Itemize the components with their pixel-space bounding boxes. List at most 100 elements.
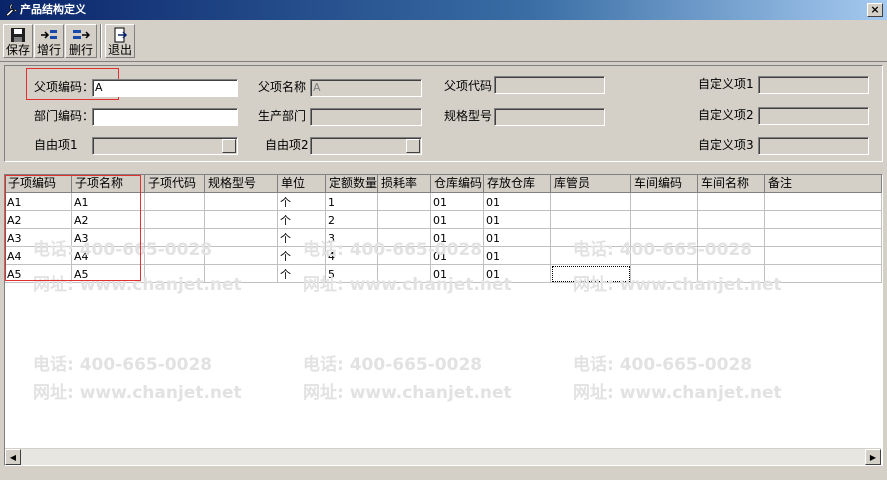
custom2-label: 自定义项2 xyxy=(698,108,754,122)
watermark-site: 网址: www.chanjet.net xyxy=(33,383,242,403)
table-cell[interactable] xyxy=(551,247,631,265)
table-cell[interactable] xyxy=(378,193,431,211)
table-cell[interactable] xyxy=(631,247,698,265)
window-title: 产品结构定义 xyxy=(20,3,86,16)
col-header[interactable]: 车间编码 xyxy=(631,175,698,193)
table-cell[interactable]: 01 xyxy=(431,229,484,247)
table-cell[interactable]: 01 xyxy=(431,211,484,229)
table-cell[interactable] xyxy=(698,265,765,283)
table-cell[interactable] xyxy=(765,265,882,283)
table-cell[interactable] xyxy=(698,211,765,229)
wrench-icon xyxy=(5,3,18,17)
table-cell[interactable] xyxy=(698,247,765,265)
scroll-right-icon[interactable]: ▶ xyxy=(865,449,881,465)
free2-lookup-icon[interactable] xyxy=(406,139,420,153)
table-cell[interactable]: 个 xyxy=(278,211,326,229)
delete-row-icon xyxy=(73,30,90,39)
col-header[interactable]: 存放仓库 xyxy=(484,175,551,193)
table-cell[interactable] xyxy=(205,193,278,211)
bom-grid[interactable]: 子项编码 子项名称 子项代码 规格型号 单位 定额数量 损耗率 仓库编码 存放仓… xyxy=(4,174,883,466)
close-button[interactable]: × xyxy=(867,3,883,17)
scroll-left-icon[interactable]: ◀ xyxy=(5,449,21,465)
child-columns-highlight xyxy=(5,175,141,281)
prod-dept-input xyxy=(310,108,422,126)
table-cell[interactable] xyxy=(145,211,205,229)
table-cell[interactable]: 1 xyxy=(326,193,378,211)
free2-label: 自由项2 xyxy=(265,138,309,152)
table-cell[interactable]: 2 xyxy=(326,211,378,229)
table-cell[interactable] xyxy=(698,193,765,211)
table-cell[interactable] xyxy=(631,211,698,229)
custom2-input xyxy=(758,107,869,125)
table-cell[interactable] xyxy=(765,229,882,247)
horizontal-scrollbar[interactable]: ◀ ▶ xyxy=(5,448,881,465)
table-cell[interactable] xyxy=(378,265,431,283)
table-cell[interactable] xyxy=(698,229,765,247)
parent-name-input: A xyxy=(310,79,422,97)
table-cell[interactable] xyxy=(145,193,205,211)
table-cell[interactable]: 01 xyxy=(484,229,551,247)
table-cell[interactable] xyxy=(205,229,278,247)
free1-lookup-icon[interactable] xyxy=(222,139,236,153)
custom3-label: 自定义项3 xyxy=(698,138,754,152)
product-structure-window: 产品结构定义 × 保存 增行 删行 退出 父项编码： A 父项名称 A 父项代码… xyxy=(0,0,887,480)
table-cell[interactable]: 01 xyxy=(431,265,484,283)
table-cell[interactable] xyxy=(205,247,278,265)
col-header[interactable]: 仓库编码 xyxy=(431,175,484,193)
table-cell[interactable] xyxy=(205,211,278,229)
table-cell[interactable]: 3 xyxy=(326,229,378,247)
table-cell[interactable] xyxy=(551,265,631,283)
col-header[interactable]: 子项代码 xyxy=(145,175,205,193)
parent-name-label: 父项名称 xyxy=(258,80,307,94)
free2-dropdown[interactable] xyxy=(310,137,422,155)
table-cell[interactable] xyxy=(631,193,698,211)
table-cell[interactable] xyxy=(145,229,205,247)
add-row-icon xyxy=(41,30,57,39)
table-cell[interactable] xyxy=(205,265,278,283)
delete-row-button[interactable]: 删行 xyxy=(65,24,97,58)
table-cell[interactable]: 01 xyxy=(431,247,484,265)
exit-button[interactable]: 退出 xyxy=(105,24,135,58)
table-cell[interactable] xyxy=(378,229,431,247)
table-cell[interactable] xyxy=(631,265,698,283)
table-cell[interactable]: 个 xyxy=(278,247,326,265)
table-cell[interactable]: 5 xyxy=(326,265,378,283)
table-cell[interactable] xyxy=(378,211,431,229)
col-header[interactable]: 备注 xyxy=(765,175,882,193)
save-button[interactable]: 保存 xyxy=(3,24,33,58)
table-cell[interactable]: 个 xyxy=(278,193,326,211)
table-cell[interactable] xyxy=(765,211,882,229)
dept-code-input[interactable] xyxy=(92,108,238,126)
table-cell[interactable]: 个 xyxy=(278,265,326,283)
table-cell[interactable]: 01 xyxy=(484,247,551,265)
col-header[interactable]: 规格型号 xyxy=(205,175,278,193)
add-row-button[interactable]: 增行 xyxy=(34,24,64,58)
table-cell[interactable]: 01 xyxy=(431,193,484,211)
table-cell[interactable] xyxy=(765,193,882,211)
table-cell[interactable] xyxy=(765,247,882,265)
table-cell[interactable]: 01 xyxy=(484,265,551,283)
parent-code-input[interactable]: A xyxy=(92,79,238,97)
col-header[interactable]: 库管员 xyxy=(551,175,631,193)
table-cell[interactable]: 01 xyxy=(484,211,551,229)
dept-code-label: 部门编码： xyxy=(34,109,95,123)
table-cell[interactable] xyxy=(551,193,631,211)
table-cell[interactable]: 01 xyxy=(484,193,551,211)
table-cell[interactable]: 个 xyxy=(278,229,326,247)
save-label: 保存 xyxy=(5,43,30,57)
col-header[interactable]: 车间名称 xyxy=(698,175,765,193)
free1-label: 自由项1 xyxy=(34,138,78,152)
free1-dropdown[interactable] xyxy=(92,137,238,155)
title-bar[interactable]: 产品结构定义 × xyxy=(0,0,887,20)
parent-code2-input xyxy=(494,76,605,94)
col-header[interactable]: 单位 xyxy=(278,175,326,193)
table-cell[interactable]: 4 xyxy=(326,247,378,265)
table-cell[interactable] xyxy=(631,229,698,247)
table-cell[interactable] xyxy=(145,265,205,283)
table-cell[interactable] xyxy=(145,247,205,265)
table-cell[interactable] xyxy=(551,211,631,229)
table-cell[interactable] xyxy=(551,229,631,247)
table-cell[interactable] xyxy=(378,247,431,265)
col-header[interactable]: 定额数量 xyxy=(326,175,378,193)
col-header[interactable]: 损耗率 xyxy=(378,175,431,193)
